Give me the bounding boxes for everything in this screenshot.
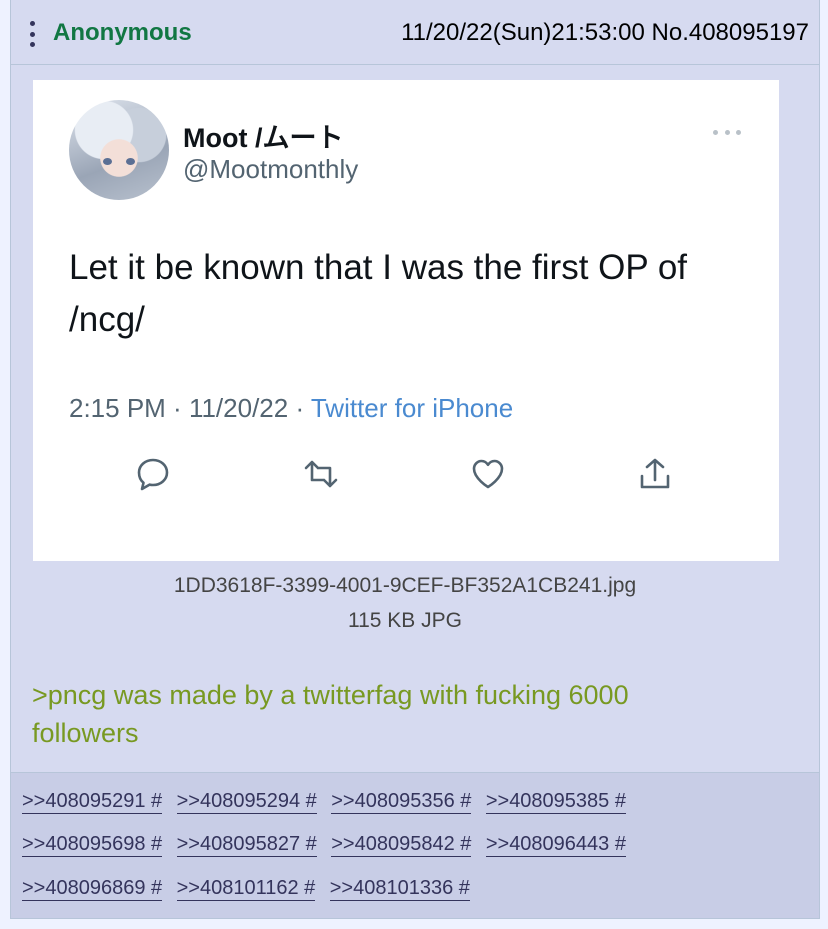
- tweet-screenshot-image[interactable]: Moot /ムート @Mootmonthly Let it be known t…: [33, 80, 779, 561]
- backlink[interactable]: >>408101336 #: [329, 877, 470, 901]
- backlink[interactable]: >>408101162 #: [176, 877, 316, 901]
- tweet-date: 11/20/22: [188, 393, 289, 423]
- like-icon: [472, 459, 504, 489]
- post-menu-icon[interactable]: [22, 21, 42, 47]
- backlinks-row: >>408095698 # >>408095827 # >>408095842 …: [22, 833, 636, 859]
- tweet-display-name: Moot /ムート: [183, 123, 344, 153]
- tweet-text: Let it be known that I was the first OP …: [69, 248, 688, 339]
- backlink[interactable]: >>408096443 #: [485, 833, 626, 857]
- post-meta[interactable]: 11/20/22(Sun)21:53:00 No.408095197: [401, 19, 809, 47]
- backlinks-container: >>408095291 # >>408095294 # >>408095356 …: [11, 772, 819, 918]
- tweet-time: 2:15 PM: [69, 393, 166, 423]
- post-comment-greentext: >pncg was made by a twitterfag with fuck…: [32, 680, 629, 748]
- tweet-source: Twitter for iPhone: [310, 393, 514, 423]
- post: Anonymous 11/20/22(Sun)21:53:00 No.40809…: [10, 0, 820, 919]
- backlinks-row: >>408096869 # >>408101162 # >>408101336 …: [22, 877, 480, 903]
- backlink[interactable]: >>408095385 #: [485, 790, 626, 814]
- more-icon: [713, 130, 741, 136]
- backlink[interactable]: >>408096869 #: [22, 877, 163, 901]
- backlink[interactable]: >>408095356 #: [331, 790, 472, 814]
- tweet-handle: @Mootmonthly: [183, 154, 359, 184]
- backlink[interactable]: >>408095294 #: [176, 790, 317, 814]
- file-size: 115 KB JPG: [347, 609, 462, 632]
- backlink[interactable]: >>408095291 #: [22, 790, 163, 814]
- tweet-meta: 2:15 PM · 11/20/22 · Twitter for iPhone: [69, 393, 514, 423]
- backlink[interactable]: >>408095827 #: [176, 833, 317, 857]
- poster-name: Anonymous: [53, 19, 192, 46]
- backlinks-row: >>408095291 # >>408095294 # >>408095356 …: [22, 790, 636, 816]
- reply-icon: [137, 458, 169, 491]
- backlink[interactable]: >>408095842 #: [331, 833, 472, 857]
- retweet-icon: [304, 460, 338, 488]
- file-name-link[interactable]: 1DD3618F-3399-4001-9CEF-BF352A1CB241.jpg: [11, 574, 799, 598]
- post-header: Anonymous 11/20/22(Sun)21:53:00 No.40809…: [11, 0, 819, 65]
- avatar: [69, 100, 169, 200]
- share-icon: [640, 458, 670, 489]
- backlink[interactable]: >>408095698 #: [22, 833, 163, 857]
